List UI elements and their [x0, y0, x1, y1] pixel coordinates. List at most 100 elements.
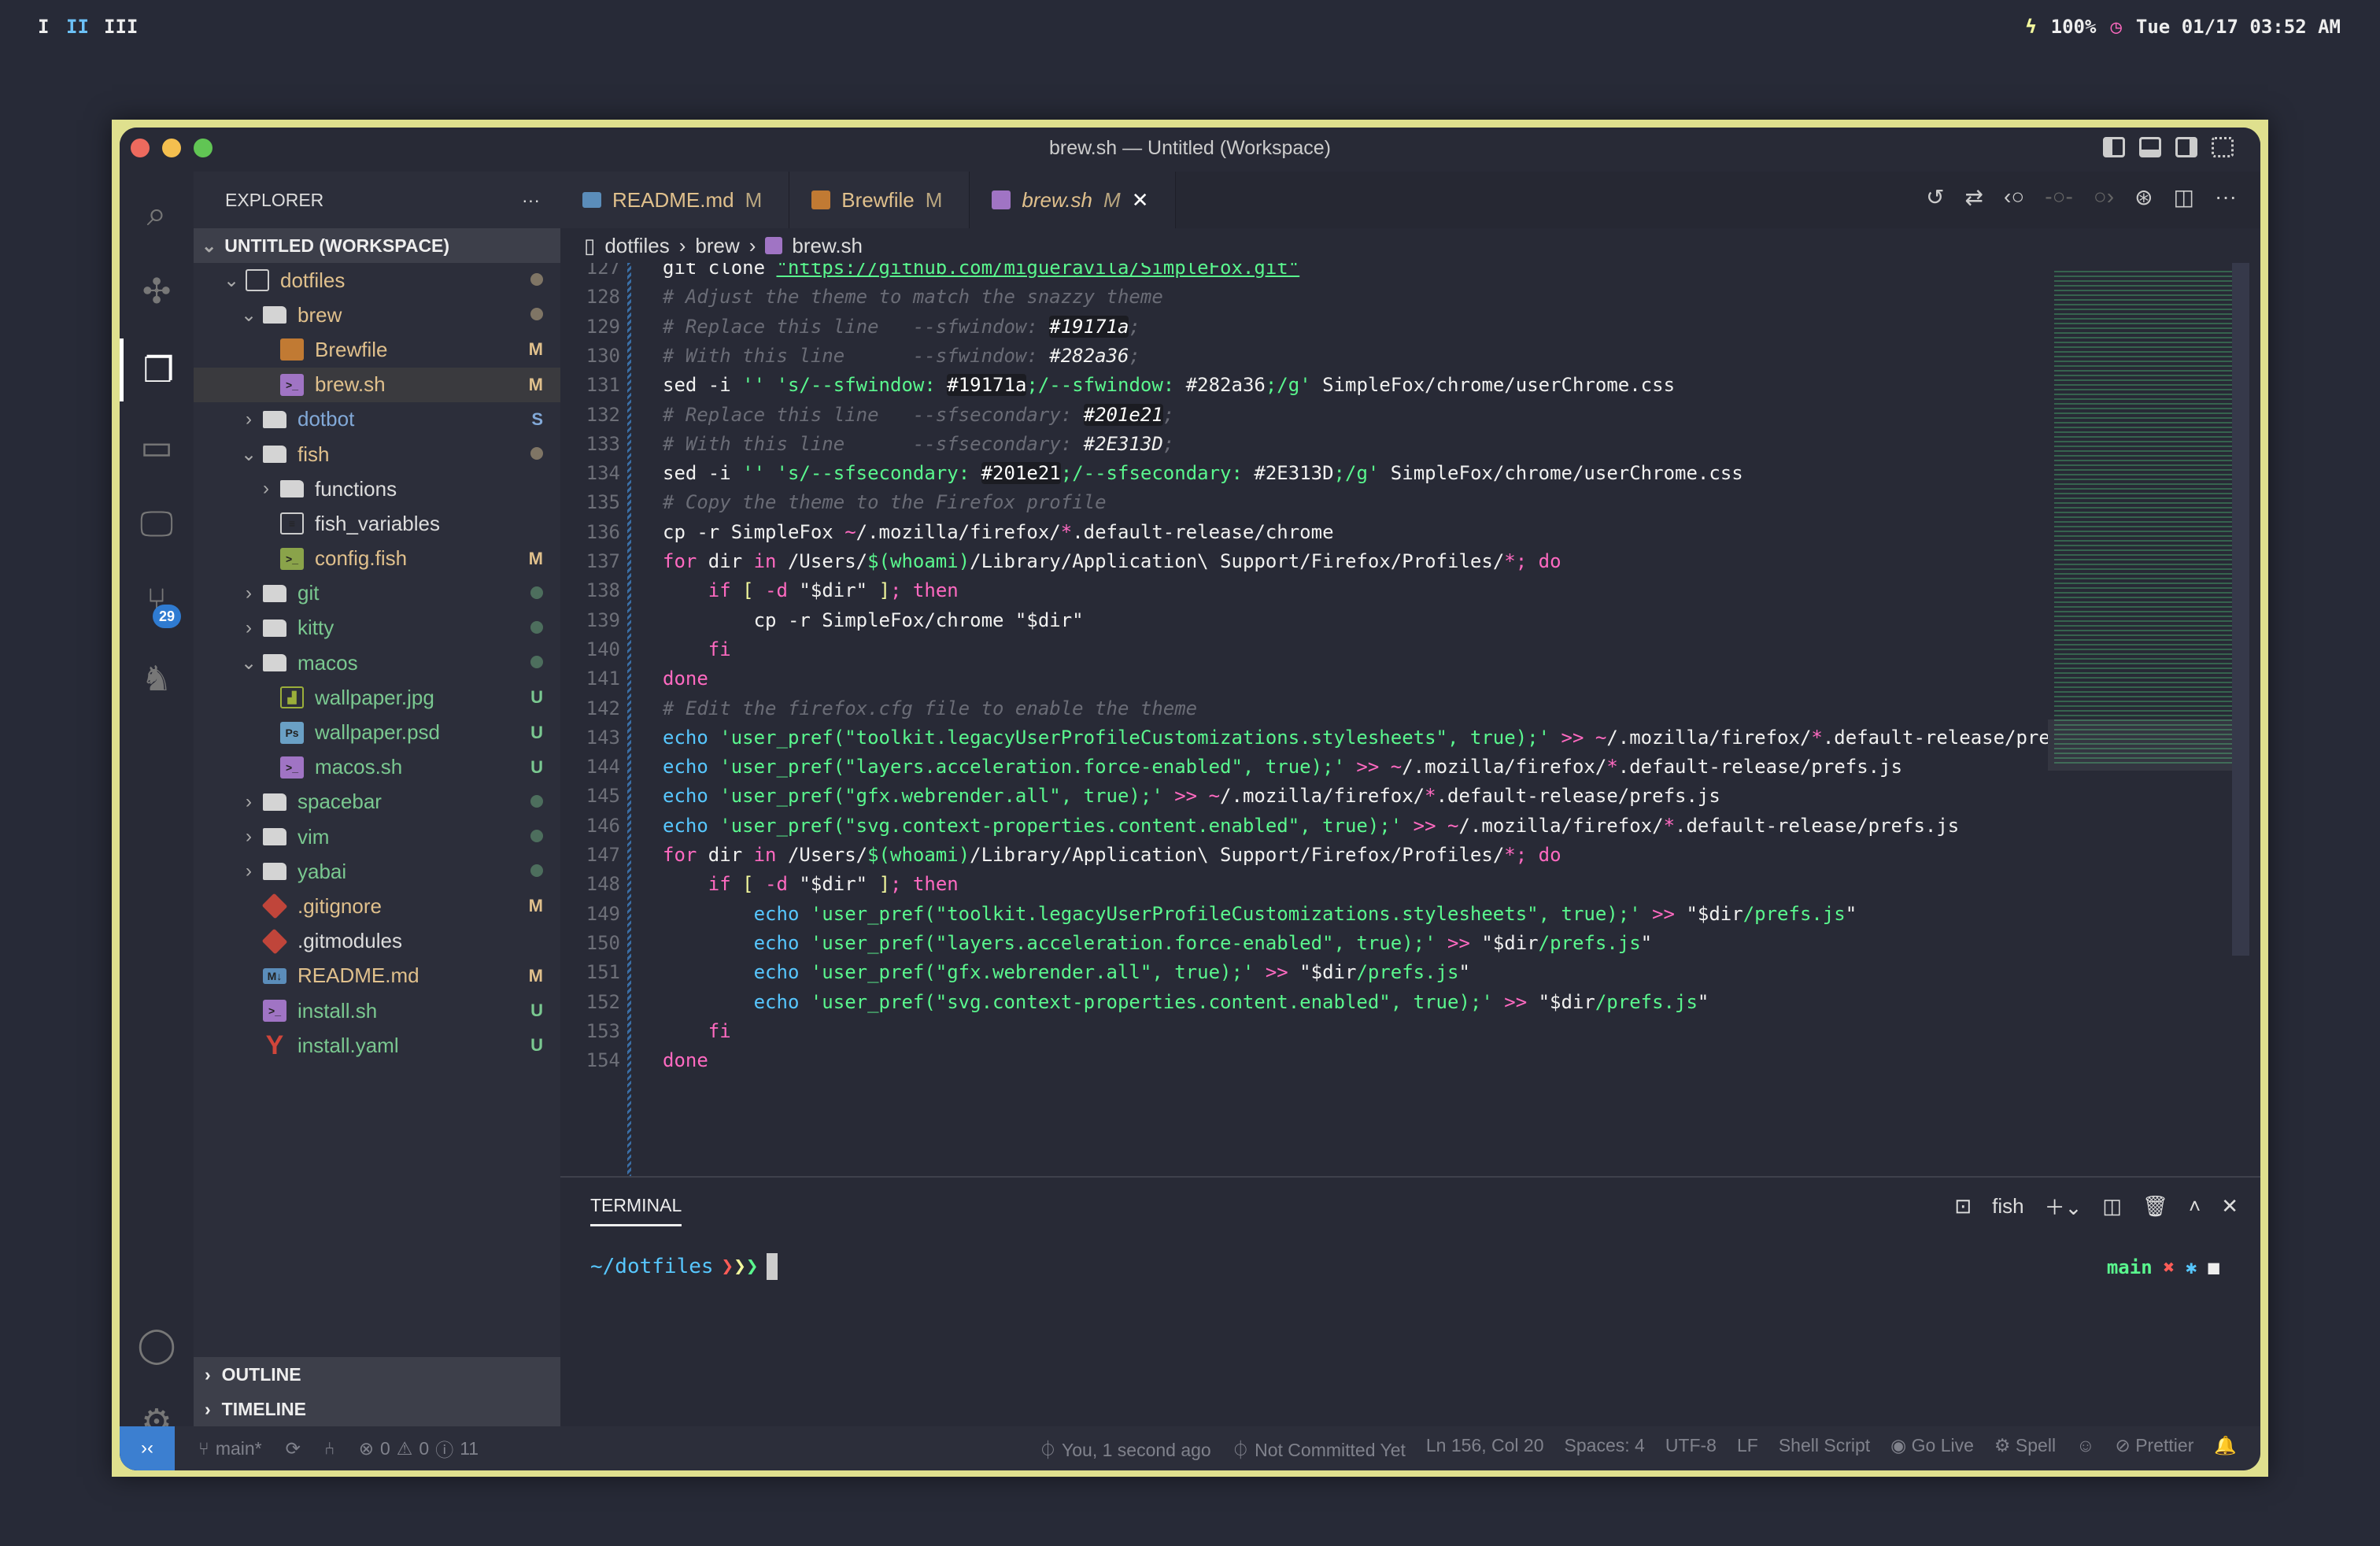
terminal-shell-name[interactable]: fish — [1992, 1194, 2023, 1219]
file-tree-item[interactable]: .gitignore M — [194, 889, 560, 923]
chevron-right-icon[interactable]: › — [239, 409, 258, 431]
file-tree-item[interactable]: ⌄ brew — [194, 298, 560, 332]
split-terminal-icon[interactable]: ◫ — [2102, 1194, 2122, 1219]
prettier-button[interactable]: ⊘ Prettier — [2116, 1435, 2194, 1462]
maximize-panel-icon[interactable]: ˄ — [2189, 1194, 2201, 1219]
sync-icon[interactable]: ⟳ — [286, 1438, 301, 1459]
editor-tab[interactable]: Brewfile M — [789, 172, 970, 228]
workspace-3[interactable]: III — [104, 16, 138, 38]
file-tree-item[interactable]: › yabai — [194, 854, 560, 889]
chevron-right-icon[interactable]: › — [239, 617, 258, 639]
file-tree-item[interactable]: ⌄ macos — [194, 645, 560, 680]
workspace-1[interactable]: I — [38, 16, 49, 38]
chevron-down-icon[interactable]: ⌄ — [239, 443, 258, 466]
editor-scrollbar[interactable] — [2232, 263, 2249, 956]
minimap[interactable] — [2048, 263, 2252, 1176]
file-tree-item[interactable]: Brewfile M — [194, 332, 560, 367]
toggle-secondary-sidebar-icon[interactable] — [2175, 137, 2197, 157]
previous-change-icon[interactable]: ‹○ — [2004, 184, 2024, 210]
workspace-2[interactable]: II — [66, 16, 89, 38]
file-tree-item[interactable]: M↓ README.md M — [194, 959, 560, 993]
file-tree-item[interactable]: Yinstall.yaml U — [194, 1028, 560, 1063]
extensions-icon[interactable]: ✣ — [120, 260, 194, 323]
chevron-right-icon[interactable]: › — [257, 478, 275, 500]
next-change-icon[interactable]: ○› — [2094, 184, 2114, 210]
file-tree-item[interactable]: >_ macos.sh U — [194, 750, 560, 785]
close-tab-icon[interactable]: ✕ — [1132, 188, 1149, 213]
workspace-section-header[interactable]: ⌄ UNTITLED (WORKSPACE) — [194, 228, 560, 263]
explorer-icon[interactable]: ❐ — [120, 338, 194, 401]
blame-status[interactable]: ⏀ You, 1 second ago — [1039, 1435, 1211, 1462]
file-tree-item[interactable]: › spacebar — [194, 785, 560, 819]
spell-button[interactable]: ⚙ Spell — [1994, 1435, 2056, 1462]
breadcrumb-item[interactable]: brew — [695, 234, 739, 258]
file-tree-item[interactable]: ⌄ dotfiles — [194, 263, 560, 298]
editor-tab[interactable]: brew.sh M ✕ — [970, 172, 1177, 228]
more-actions-icon[interactable]: ··· — [522, 190, 540, 211]
breadcrumb-item[interactable]: brew.sh — [792, 234, 863, 258]
end-of-line[interactable]: LF — [1737, 1435, 1758, 1462]
source-control-icon[interactable]: ⑂ 29 — [120, 570, 194, 633]
commit-status[interactable]: ⏀ Not Committed Yet — [1232, 1435, 1406, 1462]
file-tree-item[interactable]: › dotbot S — [194, 402, 560, 437]
file-tree-item[interactable]: › vim — [194, 819, 560, 854]
minimap-viewport[interactable] — [2048, 719, 2241, 771]
chevron-right-icon[interactable]: › — [239, 791, 258, 813]
accounts-icon[interactable]: ◯ — [120, 1313, 194, 1376]
file-tree-item[interactable]: Ps wallpaper.psd U — [194, 715, 560, 749]
chevron-down-icon[interactable]: ⌄ — [222, 269, 241, 292]
notifications-bell-icon[interactable]: 🔔 — [2214, 1435, 2237, 1462]
brew-file-icon — [280, 338, 304, 361]
folder-icon[interactable]: ▭ — [120, 416, 194, 479]
problems-status[interactable]: ⊗ 0 ⚠ 0 ⓘ 11 — [359, 1435, 479, 1462]
file-tree-item[interactable]: >_ brew.sh M — [194, 367, 560, 402]
copilot-icon[interactable]: ☺ — [2076, 1435, 2094, 1462]
kill-terminal-icon[interactable]: 🗑 — [2142, 1194, 2168, 1219]
chevron-right-icon[interactable]: › — [239, 860, 258, 882]
search-icon[interactable]: ⌕ — [120, 183, 194, 246]
file-tree-item[interactable]: ⌄ fish — [194, 437, 560, 472]
go-live-button[interactable]: ◉ Go Live — [1890, 1435, 1974, 1462]
chevron-right-icon[interactable]: › — [239, 826, 258, 848]
file-tree-item[interactable]: >_ install.sh U — [194, 993, 560, 1028]
chevron-down-icon[interactable]: ⌄ — [239, 304, 258, 327]
file-tree-item[interactable]: ▟ wallpaper.jpg U — [194, 680, 560, 715]
customize-layout-icon[interactable] — [2212, 137, 2234, 157]
toggle-sidebar-icon[interactable] — [2103, 137, 2125, 157]
timeline-history-icon[interactable]: ↺ — [1926, 184, 1944, 210]
git-graph-status-icon[interactable]: ⑃ — [324, 1438, 335, 1459]
file-tree-item[interactable]: › git — [194, 576, 560, 611]
remote-explorer-icon[interactable]: 🖵 — [120, 493, 194, 556]
github-icon[interactable]: ♞ — [120, 647, 194, 710]
compare-changes-icon[interactable]: ⇄ — [1965, 184, 1983, 210]
current-change-icon[interactable]: -○- — [2045, 184, 2073, 210]
file-tree-item[interactable]: ≡ fish_variables — [194, 506, 560, 541]
file-tree-item[interactable]: › kitty — [194, 611, 560, 645]
outline-section[interactable]: › OUTLINE — [194, 1357, 560, 1392]
terminal-panel: TERMINAL ⊡ fish ＋⌄ ◫ 🗑 ˄ ✕ ~/dotfiles ❯❯… — [560, 1176, 2260, 1426]
indentation[interactable]: Spaces: 4 — [1565, 1435, 1645, 1462]
split-editor-icon[interactable]: ◫ — [2174, 184, 2194, 210]
breadcrumb-item[interactable]: dotfiles — [604, 234, 669, 258]
file-tree-item[interactable]: >_ config.fish M — [194, 542, 560, 576]
line-number: 136 — [586, 520, 620, 543]
cursor-position[interactable]: Ln 156, Col 20 — [1426, 1435, 1544, 1462]
chevron-down-icon[interactable]: ⌄ — [239, 652, 258, 675]
terminal-tab[interactable]: TERMINAL — [590, 1195, 682, 1226]
close-panel-icon[interactable]: ✕ — [2221, 1194, 2238, 1219]
more-editor-actions-icon[interactable]: ··· — [2215, 184, 2237, 210]
toggle-panel-icon[interactable] — [2139, 137, 2161, 157]
language-mode[interactable]: Shell Script — [1779, 1435, 1870, 1462]
chevron-right-icon[interactable]: › — [239, 583, 258, 605]
file-tree-item[interactable]: › functions — [194, 472, 560, 506]
code-editor[interactable]: 127 git clone "https://github.com/miguera… — [560, 263, 2048, 1176]
git-graph-icon[interactable]: ⊛ — [2134, 184, 2153, 210]
remote-indicator-icon[interactable]: ›‹ — [120, 1426, 175, 1470]
encoding[interactable]: UTF-8 — [1665, 1435, 1717, 1462]
branch-status[interactable]: ⑂ main* — [198, 1438, 262, 1459]
file-tree-item[interactable]: .gitmodules — [194, 924, 560, 959]
timeline-section[interactable]: › TIMELINE — [194, 1392, 560, 1426]
editor-tab[interactable]: README.md M — [560, 172, 790, 228]
new-terminal-icon[interactable]: ＋⌄ — [2045, 1192, 2082, 1221]
terminal-prompt[interactable]: ~/dotfiles ❯❯❯ — [590, 1253, 778, 1280]
